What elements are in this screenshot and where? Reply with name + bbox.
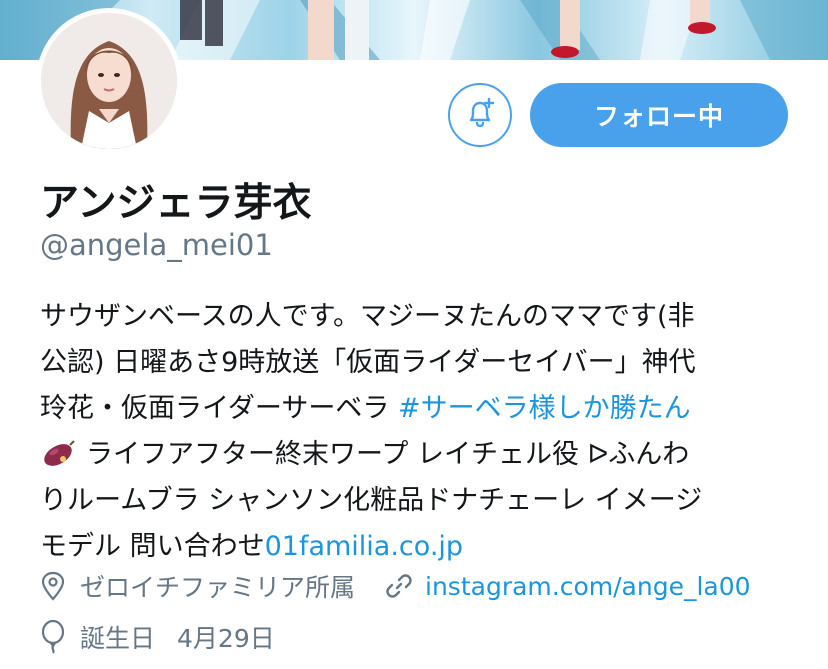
avatar[interactable] — [36, 8, 182, 154]
hashtag-link[interactable]: #サーベラ様しか勝たん — [398, 393, 691, 424]
website-link[interactable]: instagram.com/ange_la00 — [425, 572, 751, 601]
profile-page: フォロー中 アンジェラ芽衣 @angela_mei01 サウザンベースの人です。… — [0, 0, 828, 669]
balloon-icon — [40, 620, 74, 654]
bio-text: ライフアフター終末ワープ レイチェル役 ᐅふんわ — [86, 439, 690, 470]
avatar-photo — [41, 13, 177, 149]
birthday-label: 誕生日 — [80, 624, 156, 653]
birthday-value: 4月29日 — [177, 624, 275, 653]
profile-bio: サウザンベースの人です。マジーヌたんのママです(非 公認) 日曜あさ9時放送「仮… — [40, 294, 800, 570]
bell-plus-icon — [462, 95, 498, 135]
bio-line: モデル 問い合わせ01familia.co.jp — [40, 524, 800, 570]
location-pin-icon — [40, 571, 74, 601]
display-name: アンジェラ芽衣 — [40, 181, 312, 226]
following-button-label: フォロー中 — [593, 102, 724, 131]
bio-line: 玲花・仮面ライダーサーベラ #サーベラ様しか勝たん — [40, 386, 800, 432]
profile-meta-row: ゼロイチファミリア所属 instagram.com/ange_la00 — [40, 568, 751, 604]
profile-birthday-row: 誕生日 4月29日 — [40, 619, 275, 655]
notifications-bell-button[interactable] — [448, 83, 512, 147]
following-button[interactable]: フォロー中 — [530, 83, 788, 147]
link-icon — [385, 572, 419, 600]
bio-text: 玲花・仮面ライダーサーベラ — [40, 393, 398, 424]
bio-line: ライフアフター終末ワープ レイチェル役 ᐅふんわ — [40, 432, 800, 478]
username-handle: @angela_mei01 — [40, 228, 273, 262]
location-text: ゼロイチファミリア所属 — [80, 573, 356, 602]
bio-line: 公認) 日曜あさ9時放送「仮面ライダーセイバー」神代 — [40, 347, 696, 378]
bio-text: モデル 問い合わせ — [40, 531, 265, 562]
bio-url-link[interactable]: 01familia.co.jp — [265, 531, 463, 562]
bio-line: りルームブラ シャンソン化粧品ドナチェーレ イメージ — [40, 485, 703, 516]
bio-line: サウザンベースの人です。マジーヌたんのママです(非 — [40, 301, 695, 332]
